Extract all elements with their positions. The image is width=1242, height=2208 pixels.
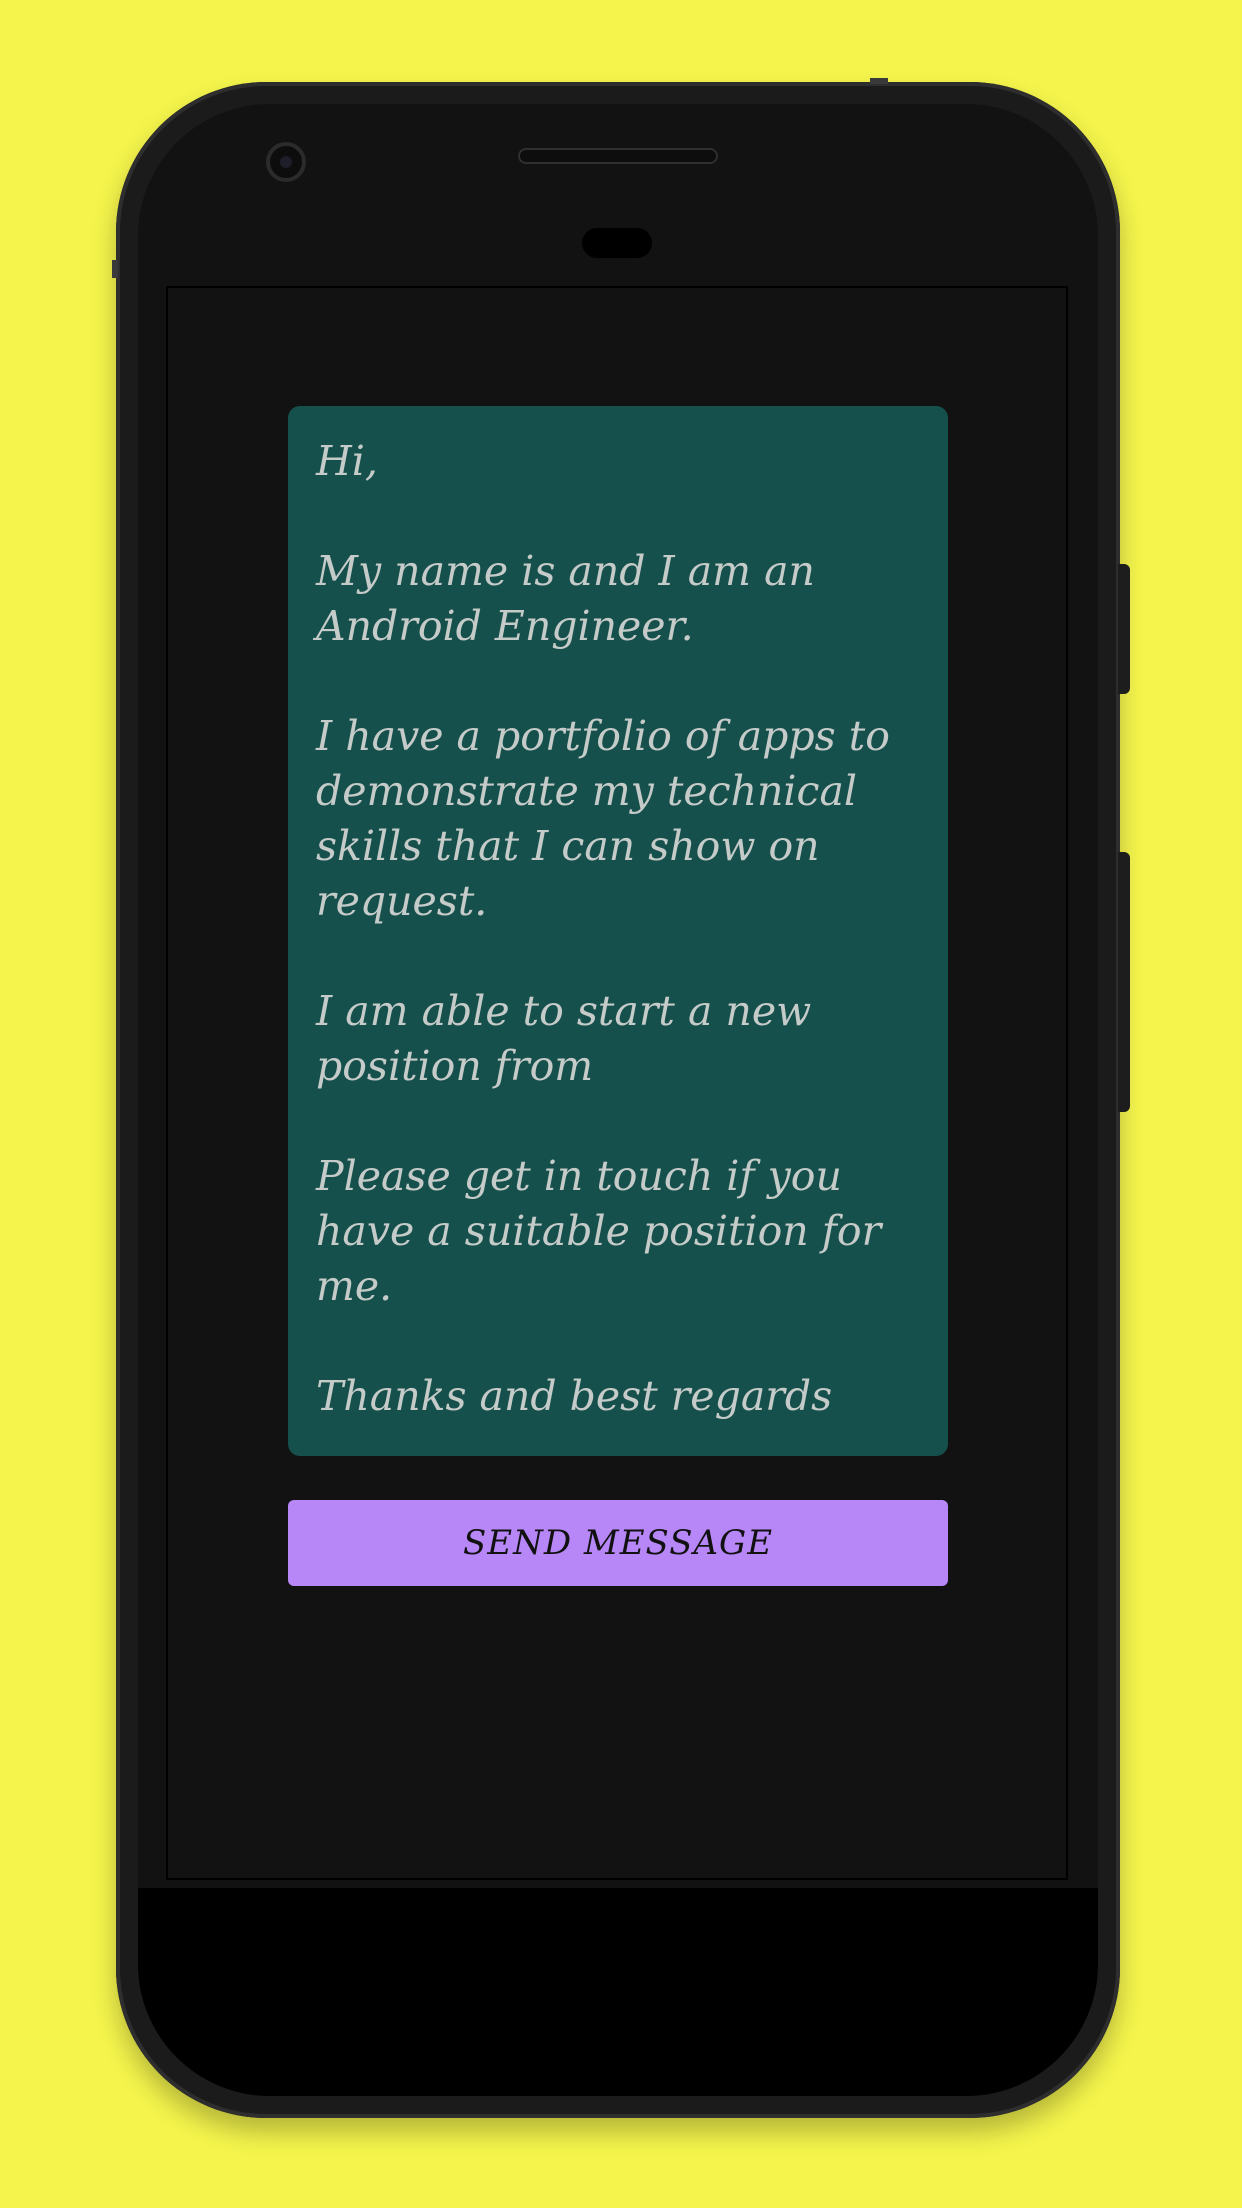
volume-button (1118, 564, 1130, 694)
message-availability: I am able to start a new position from (316, 987, 812, 1090)
frame-seam (112, 260, 118, 278)
send-message-button[interactable]: SEND MESSAGE (288, 1500, 948, 1586)
message-greeting: Hi, (316, 437, 378, 485)
front-camera-icon (266, 142, 306, 182)
message-signoff: Thanks and best regards (316, 1372, 833, 1420)
frame-seam-top (870, 78, 888, 84)
message-portfolio: I have a portfolio of apps to demonstrat… (316, 712, 890, 925)
message-request: Please get in touch if you have a suitab… (316, 1152, 882, 1310)
earpiece-speaker (518, 148, 718, 164)
message-card[interactable]: Hi, My name is and I am an Android Engin… (288, 406, 948, 1456)
proximity-sensor (582, 228, 652, 258)
message-intro: My name is and I am an Android Engineer. (316, 547, 815, 650)
power-button (1118, 852, 1130, 1112)
phone-chin (138, 1888, 1098, 2096)
